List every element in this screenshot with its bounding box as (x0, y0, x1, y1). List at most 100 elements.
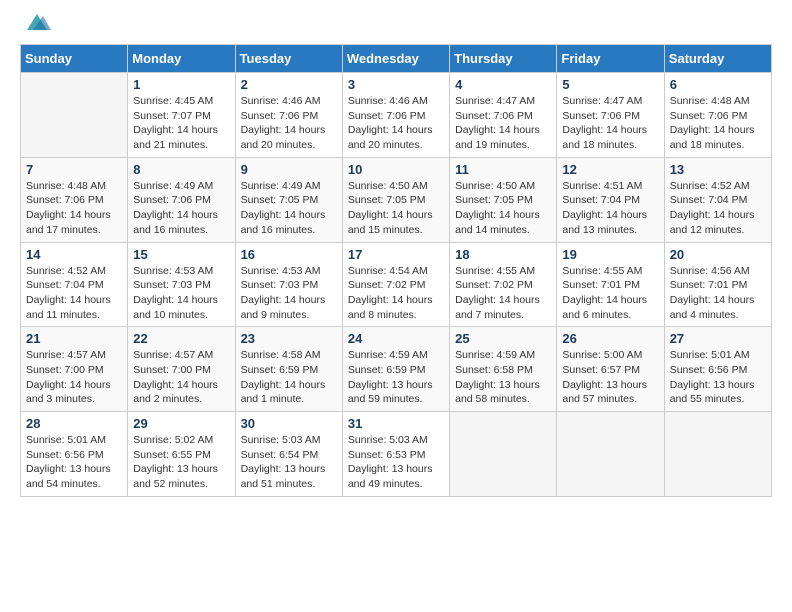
calendar-cell: 19Sunrise: 4:55 AM Sunset: 7:01 PM Dayli… (557, 242, 664, 327)
day-info: Sunrise: 4:55 AM Sunset: 7:01 PM Dayligh… (562, 264, 658, 323)
day-info: Sunrise: 4:46 AM Sunset: 7:06 PM Dayligh… (241, 94, 337, 153)
day-number: 6 (670, 77, 766, 92)
weekday-header: Thursday (450, 45, 557, 73)
day-number: 7 (26, 162, 122, 177)
day-number: 11 (455, 162, 551, 177)
calendar-cell: 29Sunrise: 5:02 AM Sunset: 6:55 PM Dayli… (128, 412, 235, 497)
day-number: 18 (455, 247, 551, 262)
day-number: 15 (133, 247, 229, 262)
day-info: Sunrise: 4:59 AM Sunset: 6:58 PM Dayligh… (455, 348, 551, 407)
calendar-cell: 25 Sunrise: 4:59 AM Sunset: 6:58 PM Dayli… (450, 327, 557, 412)
weekday-header-row: SundayMondayTuesdayWednesdayThursdayFrid… (21, 45, 772, 73)
calendar-week-row: 14 Sunrise: 4:52 AM Sunset: 7:04 PM Dayli… (21, 242, 772, 327)
day-number: 10 (348, 162, 444, 177)
calendar-cell: 17 Sunrise: 4:54 AM Sunset: 7:02 PM Dayli… (342, 242, 449, 327)
day-number: 1 (133, 77, 229, 92)
day-info: Sunrise: 4:57 AM Sunset: 7:00 PM Dayligh… (133, 348, 229, 407)
logo-icon (23, 12, 51, 34)
day-info: Sunrise: 4:53 AM Sunset: 7:03 PM Dayligh… (133, 264, 229, 323)
calendar-week-row: 28 Sunrise: 5:01 AM Sunset: 6:56 PM Dayli… (21, 412, 772, 497)
day-info: Sunrise: 4:58 AM Sunset: 6:59 PM Dayligh… (241, 348, 337, 407)
day-number: 8 (133, 162, 229, 177)
day-info: Sunrise: 5:00 AM Sunset: 6:57 PM Dayligh… (562, 348, 658, 407)
calendar-cell: 31 Sunrise: 5:03 AM Sunset: 6:53 PM Dayli… (342, 412, 449, 497)
calendar-cell: 22 Sunrise: 4:57 AM Sunset: 7:00 PM Dayli… (128, 327, 235, 412)
day-info: Sunrise: 4:50 AM Sunset: 7:05 PM Dayligh… (348, 179, 444, 238)
calendar-cell: 7 Sunrise: 4:48 AM Sunset: 7:06 PM Daylig… (21, 157, 128, 242)
day-info: Sunrise: 4:48 AM Sunset: 7:06 PM Dayligh… (670, 94, 766, 153)
calendar-cell (21, 73, 128, 158)
day-info: Sunrise: 4:52 AM Sunset: 7:04 PM Dayligh… (670, 179, 766, 238)
calendar-cell: 13 Sunrise: 4:52 AM Sunset: 7:04 PM Dayli… (664, 157, 771, 242)
calendar-cell: 30Sunrise: 5:03 AM Sunset: 6:54 PM Dayli… (235, 412, 342, 497)
calendar-cell: 26 Sunrise: 5:00 AM Sunset: 6:57 PM Dayli… (557, 327, 664, 412)
calendar-cell: 5Sunrise: 4:47 AM Sunset: 7:06 PM Daylig… (557, 73, 664, 158)
calendar-cell: 18 Sunrise: 4:55 AM Sunset: 7:02 PM Dayli… (450, 242, 557, 327)
day-number: 23 (241, 331, 337, 346)
calendar-week-row: 1 Sunrise: 4:45 AM Sunset: 7:07 PM Daylig… (21, 73, 772, 158)
day-info: Sunrise: 5:02 AM Sunset: 6:55 PM Dayligh… (133, 433, 229, 492)
day-info: Sunrise: 4:50 AM Sunset: 7:05 PM Dayligh… (455, 179, 551, 238)
calendar-cell: 4Sunrise: 4:47 AM Sunset: 7:06 PM Daylig… (450, 73, 557, 158)
calendar-cell: 14 Sunrise: 4:52 AM Sunset: 7:04 PM Dayli… (21, 242, 128, 327)
calendar-cell: 2 Sunrise: 4:46 AM Sunset: 7:06 PM Daylig… (235, 73, 342, 158)
calendar-cell: 16 Sunrise: 4:53 AM Sunset: 7:03 PM Dayli… (235, 242, 342, 327)
day-info: Sunrise: 4:47 AM Sunset: 7:06 PM Dayligh… (455, 94, 551, 153)
weekday-header: Sunday (21, 45, 128, 73)
day-info: Sunrise: 4:45 AM Sunset: 7:07 PM Dayligh… (133, 94, 229, 153)
day-info: Sunrise: 4:59 AM Sunset: 6:59 PM Dayligh… (348, 348, 444, 407)
page-header (20, 20, 772, 34)
day-info: Sunrise: 4:49 AM Sunset: 7:05 PM Dayligh… (241, 179, 337, 238)
calendar-cell: 1 Sunrise: 4:45 AM Sunset: 7:07 PM Daylig… (128, 73, 235, 158)
calendar-cell: 11 Sunrise: 4:50 AM Sunset: 7:05 PM Dayli… (450, 157, 557, 242)
calendar-cell (557, 412, 664, 497)
calendar-cell: 28 Sunrise: 5:01 AM Sunset: 6:56 PM Dayli… (21, 412, 128, 497)
calendar-cell: 8 Sunrise: 4:49 AM Sunset: 7:06 PM Daylig… (128, 157, 235, 242)
day-number: 2 (241, 77, 337, 92)
day-info: Sunrise: 4:54 AM Sunset: 7:02 PM Dayligh… (348, 264, 444, 323)
day-number: 26 (562, 331, 658, 346)
calendar-cell: 21Sunrise: 4:57 AM Sunset: 7:00 PM Dayli… (21, 327, 128, 412)
weekday-header: Saturday (664, 45, 771, 73)
day-info: Sunrise: 4:49 AM Sunset: 7:06 PM Dayligh… (133, 179, 229, 238)
day-number: 16 (241, 247, 337, 262)
weekday-header: Friday (557, 45, 664, 73)
day-number: 21 (26, 331, 122, 346)
calendar-cell: 3 Sunrise: 4:46 AM Sunset: 7:06 PM Daylig… (342, 73, 449, 158)
day-number: 28 (26, 416, 122, 431)
calendar-cell: 6 Sunrise: 4:48 AM Sunset: 7:06 PM Daylig… (664, 73, 771, 158)
day-number: 27 (670, 331, 766, 346)
day-number: 22 (133, 331, 229, 346)
day-number: 14 (26, 247, 122, 262)
calendar-cell: 15 Sunrise: 4:53 AM Sunset: 7:03 PM Dayli… (128, 242, 235, 327)
day-number: 13 (670, 162, 766, 177)
day-number: 12 (562, 162, 658, 177)
day-number: 3 (348, 77, 444, 92)
calendar-cell: 9 Sunrise: 4:49 AM Sunset: 7:05 PM Daylig… (235, 157, 342, 242)
calendar-cell: 10 Sunrise: 4:50 AM Sunset: 7:05 PM Dayli… (342, 157, 449, 242)
day-number: 17 (348, 247, 444, 262)
day-info: Sunrise: 4:46 AM Sunset: 7:06 PM Dayligh… (348, 94, 444, 153)
weekday-header: Wednesday (342, 45, 449, 73)
calendar-table: SundayMondayTuesdayWednesdayThursdayFrid… (20, 44, 772, 497)
logo (20, 20, 51, 34)
weekday-header: Tuesday (235, 45, 342, 73)
day-info: Sunrise: 4:55 AM Sunset: 7:02 PM Dayligh… (455, 264, 551, 323)
day-info: Sunrise: 4:51 AM Sunset: 7:04 PM Dayligh… (562, 179, 658, 238)
calendar-cell (450, 412, 557, 497)
day-info: Sunrise: 4:48 AM Sunset: 7:06 PM Dayligh… (26, 179, 122, 238)
calendar-cell: 27 Sunrise: 5:01 AM Sunset: 6:56 PM Dayli… (664, 327, 771, 412)
day-info: Sunrise: 5:03 AM Sunset: 6:53 PM Dayligh… (348, 433, 444, 492)
day-info: Sunrise: 4:47 AM Sunset: 7:06 PM Dayligh… (562, 94, 658, 153)
weekday-header: Monday (128, 45, 235, 73)
day-number: 31 (348, 416, 444, 431)
day-number: 25 (455, 331, 551, 346)
day-info: Sunrise: 4:53 AM Sunset: 7:03 PM Dayligh… (241, 264, 337, 323)
calendar-week-row: 7 Sunrise: 4:48 AM Sunset: 7:06 PM Daylig… (21, 157, 772, 242)
day-info: Sunrise: 5:01 AM Sunset: 6:56 PM Dayligh… (26, 433, 122, 492)
day-info: Sunrise: 4:52 AM Sunset: 7:04 PM Dayligh… (26, 264, 122, 323)
day-number: 9 (241, 162, 337, 177)
day-info: Sunrise: 4:56 AM Sunset: 7:01 PM Dayligh… (670, 264, 766, 323)
day-info: Sunrise: 5:01 AM Sunset: 6:56 PM Dayligh… (670, 348, 766, 407)
calendar-cell: 20Sunrise: 4:56 AM Sunset: 7:01 PM Dayli… (664, 242, 771, 327)
